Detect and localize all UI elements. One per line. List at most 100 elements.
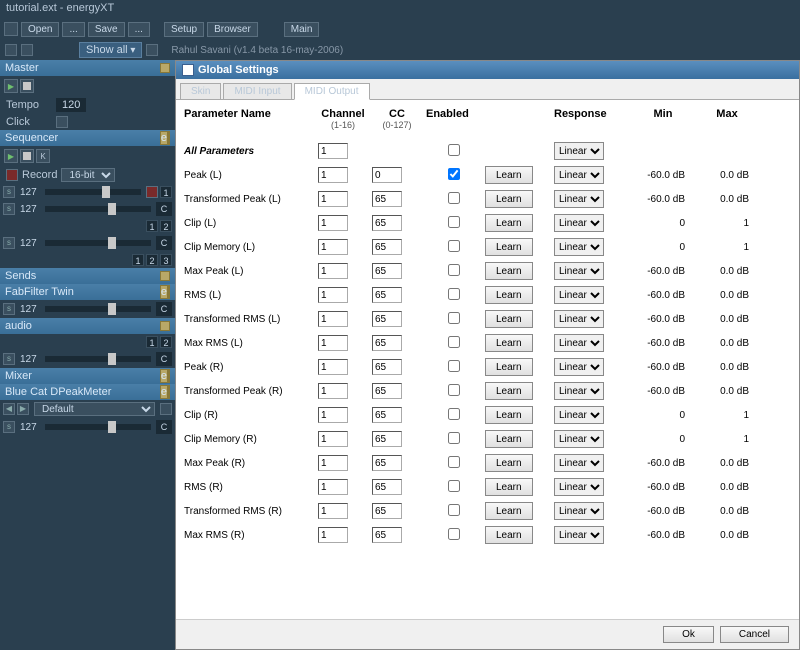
expand-icon[interactable] [160, 321, 170, 331]
learn-button[interactable]: Learn [485, 382, 533, 400]
sequencer-header[interactable]: Sequencere [0, 130, 175, 146]
enabled-checkbox[interactable] [448, 408, 460, 420]
learn-button[interactable]: Learn [485, 190, 533, 208]
volume-slider[interactable] [45, 206, 151, 212]
channel-input[interactable] [318, 407, 348, 423]
cc-input[interactable] [372, 407, 402, 423]
c-button[interactable]: C [156, 352, 172, 366]
enabled-checkbox[interactable] [448, 264, 460, 276]
enabled-checkbox[interactable] [448, 312, 460, 324]
solo-button[interactable]: s [3, 237, 15, 249]
out-2[interactable]: 2 [160, 336, 172, 348]
volume-slider[interactable] [45, 424, 151, 430]
nav-icon-3[interactable] [146, 44, 158, 56]
learn-button[interactable]: Learn [485, 358, 533, 376]
main-button[interactable]: Main [284, 22, 320, 37]
channel-input[interactable] [318, 143, 348, 159]
cc-input[interactable] [372, 287, 402, 303]
response-dropdown[interactable]: Linear [554, 262, 604, 280]
out-1[interactable]: 1 [146, 220, 158, 232]
response-dropdown[interactable]: Linear [554, 334, 604, 352]
next-preset[interactable]: ▶ [17, 403, 29, 415]
enabled-checkbox[interactable] [448, 456, 460, 468]
output-num[interactable]: 1 [160, 186, 172, 198]
c-button[interactable]: C [156, 236, 172, 250]
bluecat-header[interactable]: Blue Cat DPeakMetere [0, 384, 175, 400]
prev-preset[interactable]: ◀ [3, 403, 15, 415]
seq-play-button[interactable]: ▶ [4, 149, 18, 163]
channel-input[interactable] [318, 215, 348, 231]
response-dropdown[interactable]: Linear [554, 382, 604, 400]
response-dropdown[interactable]: Linear [554, 406, 604, 424]
response-dropdown[interactable]: Linear [554, 502, 604, 520]
enabled-checkbox[interactable] [448, 528, 460, 540]
learn-button[interactable]: Learn [485, 310, 533, 328]
channel-input[interactable] [318, 167, 348, 183]
sends-header[interactable]: Sends [0, 268, 175, 284]
record-button[interactable] [6, 169, 18, 181]
tempo-value[interactable]: 120 [56, 98, 86, 112]
cc-input[interactable] [372, 215, 402, 231]
fabfilter-header[interactable]: FabFilter Twine [0, 284, 175, 300]
bitdepth-dropdown[interactable]: 16-bit [61, 168, 115, 182]
setup-button[interactable]: Setup [164, 22, 204, 37]
cc-input[interactable] [372, 311, 402, 327]
out-2[interactable]: 2 [160, 220, 172, 232]
channel-input[interactable] [318, 359, 348, 375]
cc-input[interactable] [372, 239, 402, 255]
cc-input[interactable] [372, 263, 402, 279]
open-more-button[interactable]: ... [62, 22, 84, 37]
channel-input[interactable] [318, 503, 348, 519]
expand-icon[interactable] [168, 131, 170, 145]
out-2[interactable]: 2 [146, 254, 158, 266]
channel-input[interactable] [318, 263, 348, 279]
channel-input[interactable] [318, 311, 348, 327]
browser-button[interactable]: Browser [207, 22, 258, 37]
volume-slider[interactable] [45, 240, 151, 246]
out-1[interactable]: 1 [132, 254, 144, 266]
e-button[interactable]: e [160, 131, 168, 145]
enabled-checkbox[interactable] [448, 216, 460, 228]
solo-button[interactable]: s [3, 186, 15, 198]
response-dropdown[interactable]: Linear [554, 478, 604, 496]
cc-input[interactable] [372, 359, 402, 375]
c-button[interactable]: C [156, 420, 172, 434]
response-dropdown[interactable]: Linear [554, 190, 604, 208]
click-toggle[interactable] [56, 116, 68, 128]
response-dropdown[interactable]: Linear [554, 430, 604, 448]
cc-input[interactable] [372, 479, 402, 495]
response-dropdown[interactable]: Linear [554, 310, 604, 328]
response-dropdown[interactable]: Linear [554, 286, 604, 304]
channel-input[interactable] [318, 479, 348, 495]
channel-input[interactable] [318, 191, 348, 207]
enabled-checkbox[interactable] [448, 336, 460, 348]
response-dropdown[interactable]: Linear [554, 142, 604, 160]
channel-input[interactable] [318, 455, 348, 471]
nav-icon-2[interactable] [21, 44, 33, 56]
volume-slider[interactable] [45, 306, 151, 312]
learn-button[interactable]: Learn [485, 526, 533, 544]
enabled-checkbox[interactable] [448, 288, 460, 300]
play-button[interactable]: ▶ [4, 79, 18, 93]
response-dropdown[interactable]: Linear [554, 454, 604, 472]
response-dropdown[interactable]: Linear [554, 358, 604, 376]
volume-slider[interactable] [45, 356, 151, 362]
enabled-checkbox[interactable] [448, 144, 460, 156]
preset-dropdown[interactable]: Default [34, 402, 155, 416]
channel-input[interactable] [318, 287, 348, 303]
save-button[interactable]: Save [88, 22, 125, 37]
cc-input[interactable] [372, 167, 402, 183]
learn-button[interactable]: Learn [485, 406, 533, 424]
learn-button[interactable]: Learn [485, 262, 533, 280]
tab-midi-output[interactable]: MIDI Output [294, 83, 370, 100]
learn-button[interactable]: Learn [485, 286, 533, 304]
show-all-dropdown[interactable]: Show all ▾ [79, 42, 142, 58]
volume-slider[interactable] [45, 189, 141, 195]
cc-input[interactable] [372, 431, 402, 447]
c-button[interactable]: C [156, 302, 172, 316]
tab-midi-input[interactable]: MIDI Input [223, 83, 291, 99]
cc-input[interactable] [372, 527, 402, 543]
enabled-checkbox[interactable] [448, 384, 460, 396]
cancel-button[interactable]: Cancel [720, 626, 789, 643]
open-button[interactable]: Open [21, 22, 59, 37]
